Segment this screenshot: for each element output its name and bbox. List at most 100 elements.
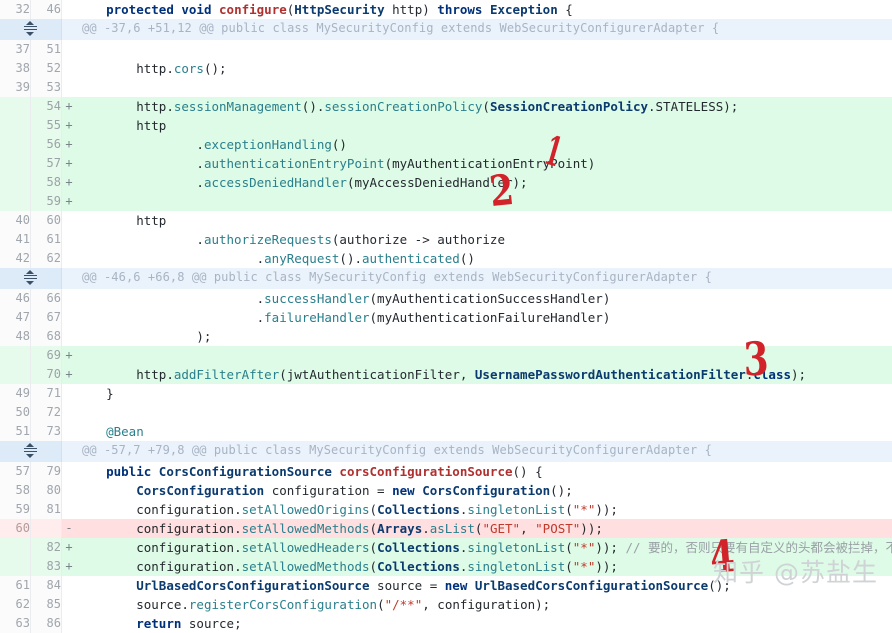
code-line[interactable]: public CorsConfigurationSource corsConfi… — [76, 462, 892, 481]
new-line-number[interactable]: 46 — [30, 0, 62, 19]
new-line-number[interactable]: 62 — [30, 249, 62, 268]
expand-hunk-button[interactable] — [0, 441, 62, 462]
new-line-number[interactable] — [30, 519, 62, 538]
old-line-number[interactable]: 48 — [0, 327, 31, 346]
old-line-number[interactable]: 50 — [0, 403, 31, 422]
diff-line-row: 83 + configuration.setAllowedMethods(Coll… — [0, 557, 892, 576]
old-line-number[interactable]: 42 — [0, 249, 31, 268]
new-line-number[interactable]: 61 — [30, 230, 62, 249]
old-line-number[interactable] — [0, 557, 31, 576]
old-line-number[interactable]: 61 — [0, 576, 31, 595]
old-line-number[interactable]: 46 — [0, 289, 31, 308]
old-line-number[interactable]: 37 — [0, 40, 31, 59]
new-line-number[interactable]: 82 — [30, 538, 62, 557]
code-line[interactable] — [76, 192, 892, 211]
old-line-number[interactable]: 40 — [0, 211, 31, 230]
code-line[interactable] — [76, 78, 892, 97]
code-line[interactable]: .successHandler(myAuthenticationSuccessH… — [76, 289, 892, 308]
old-line-number[interactable] — [0, 173, 31, 192]
code-line[interactable]: http.sessionManagement().sessionCreation… — [76, 97, 892, 116]
old-line-number[interactable]: 39 — [0, 78, 31, 97]
code-line[interactable] — [76, 40, 892, 59]
new-line-number[interactable]: 60 — [30, 211, 62, 230]
new-line-number[interactable]: 67 — [30, 308, 62, 327]
expand-hunk-button[interactable] — [0, 268, 62, 289]
new-line-number[interactable]: 53 — [30, 78, 62, 97]
old-line-number[interactable] — [0, 97, 31, 116]
new-line-number[interactable]: 69 — [30, 346, 62, 365]
new-line-number[interactable]: 83 — [30, 557, 62, 576]
code-line[interactable]: configuration.setAllowedHeaders(Collecti… — [76, 538, 892, 557]
new-line-number[interactable]: 72 — [30, 403, 62, 422]
new-line-number[interactable]: 70 — [30, 365, 62, 384]
code-line[interactable]: protected void configure(HttpSecurity ht… — [76, 0, 892, 19]
code-line[interactable]: CorsConfiguration configuration = new Co… — [76, 481, 892, 500]
old-line-number[interactable] — [0, 116, 31, 135]
code-line[interactable]: .accessDeniedHandler(myAccessDeniedHandl… — [76, 173, 892, 192]
code-line[interactable] — [76, 346, 892, 365]
old-line-number[interactable]: 38 — [0, 59, 31, 78]
new-line-number[interactable]: 52 — [30, 59, 62, 78]
new-line-number[interactable]: 84 — [30, 576, 62, 595]
code-line[interactable]: source.registerCorsConfiguration("/**", … — [76, 595, 892, 614]
old-line-number[interactable] — [0, 192, 31, 211]
old-line-number[interactable]: 62 — [0, 595, 31, 614]
old-line-number[interactable]: 57 — [0, 462, 31, 481]
new-line-number[interactable]: 79 — [30, 462, 62, 481]
old-line-number[interactable] — [0, 135, 31, 154]
old-line-number[interactable] — [0, 154, 31, 173]
new-line-number[interactable]: 54 — [30, 97, 62, 116]
old-line-number[interactable]: 58 — [0, 481, 31, 500]
diff-line-row: 39 53 — [0, 78, 892, 97]
old-line-number[interactable] — [0, 365, 31, 384]
new-line-number[interactable]: 68 — [30, 327, 62, 346]
code-line[interactable] — [76, 403, 892, 422]
code-line[interactable]: UrlBasedCorsConfigurationSource source =… — [76, 576, 892, 595]
old-line-number[interactable]: 63 — [0, 614, 31, 633]
code-line[interactable]: http — [76, 116, 892, 135]
code-line[interactable]: .failureHandler(myAuthenticationFailureH… — [76, 308, 892, 327]
code-line[interactable]: configuration.setAllowedMethods(Arrays.a… — [76, 519, 892, 538]
old-line-number[interactable]: 60 — [0, 519, 31, 538]
code-line[interactable]: .exceptionHandling() — [76, 135, 892, 154]
old-line-number[interactable]: 49 — [0, 384, 31, 403]
old-line-number[interactable] — [0, 346, 31, 365]
diff-marker — [62, 78, 77, 97]
expand-hunk-button[interactable] — [0, 19, 62, 40]
old-line-number[interactable]: 47 — [0, 308, 31, 327]
code-line[interactable]: .authenticationEntryPoint(myAuthenticati… — [76, 154, 892, 173]
code-line[interactable]: configuration.setAllowedMethods(Collecti… — [76, 557, 892, 576]
code-line[interactable]: http.addFilterAfter(jwtAuthenticationFil… — [76, 365, 892, 384]
new-line-number[interactable]: 58 — [30, 173, 62, 192]
new-line-number[interactable]: 56 — [30, 135, 62, 154]
new-line-number[interactable]: 85 — [30, 595, 62, 614]
code-line[interactable]: .anyRequest().authenticated() — [76, 249, 892, 268]
diff-line-row: 56 + .exceptionHandling() — [0, 135, 892, 154]
new-line-number[interactable]: 59 — [30, 192, 62, 211]
code-line[interactable]: http.cors(); — [76, 59, 892, 78]
new-line-number[interactable]: 81 — [30, 500, 62, 519]
new-line-number[interactable]: 55 — [30, 116, 62, 135]
code-line[interactable]: ); — [76, 327, 892, 346]
code-line[interactable]: return source; — [76, 614, 892, 633]
new-line-number[interactable]: 57 — [30, 154, 62, 173]
diff-line-row: 58 + .accessDeniedHandler(myAccessDeniedH… — [0, 173, 892, 192]
new-line-number[interactable]: 86 — [30, 614, 62, 633]
code-line[interactable]: configuration.setAllowedOrigins(Collecti… — [76, 500, 892, 519]
diff-hunk-header-row: @@ -46,6 +66,8 @@ public class MySecurit… — [0, 268, 892, 289]
new-line-number[interactable]: 66 — [30, 289, 62, 308]
new-line-number[interactable]: 71 — [30, 384, 62, 403]
old-line-number[interactable] — [0, 538, 31, 557]
new-line-number[interactable]: 80 — [30, 481, 62, 500]
code-line[interactable]: .authorizeRequests(authorize -> authoriz… — [76, 230, 892, 249]
code-line[interactable]: @Bean — [76, 422, 892, 441]
new-line-number[interactable]: 73 — [30, 422, 62, 441]
old-line-number[interactable]: 41 — [0, 230, 31, 249]
diff-line-row: 58 80 CorsConfiguration configuration = n… — [0, 481, 892, 500]
old-line-number[interactable]: 32 — [0, 0, 31, 19]
code-line[interactable]: http — [76, 211, 892, 230]
new-line-number[interactable]: 51 — [30, 40, 62, 59]
old-line-number[interactable]: 59 — [0, 500, 31, 519]
code-line[interactable]: } — [76, 384, 892, 403]
old-line-number[interactable]: 51 — [0, 422, 31, 441]
